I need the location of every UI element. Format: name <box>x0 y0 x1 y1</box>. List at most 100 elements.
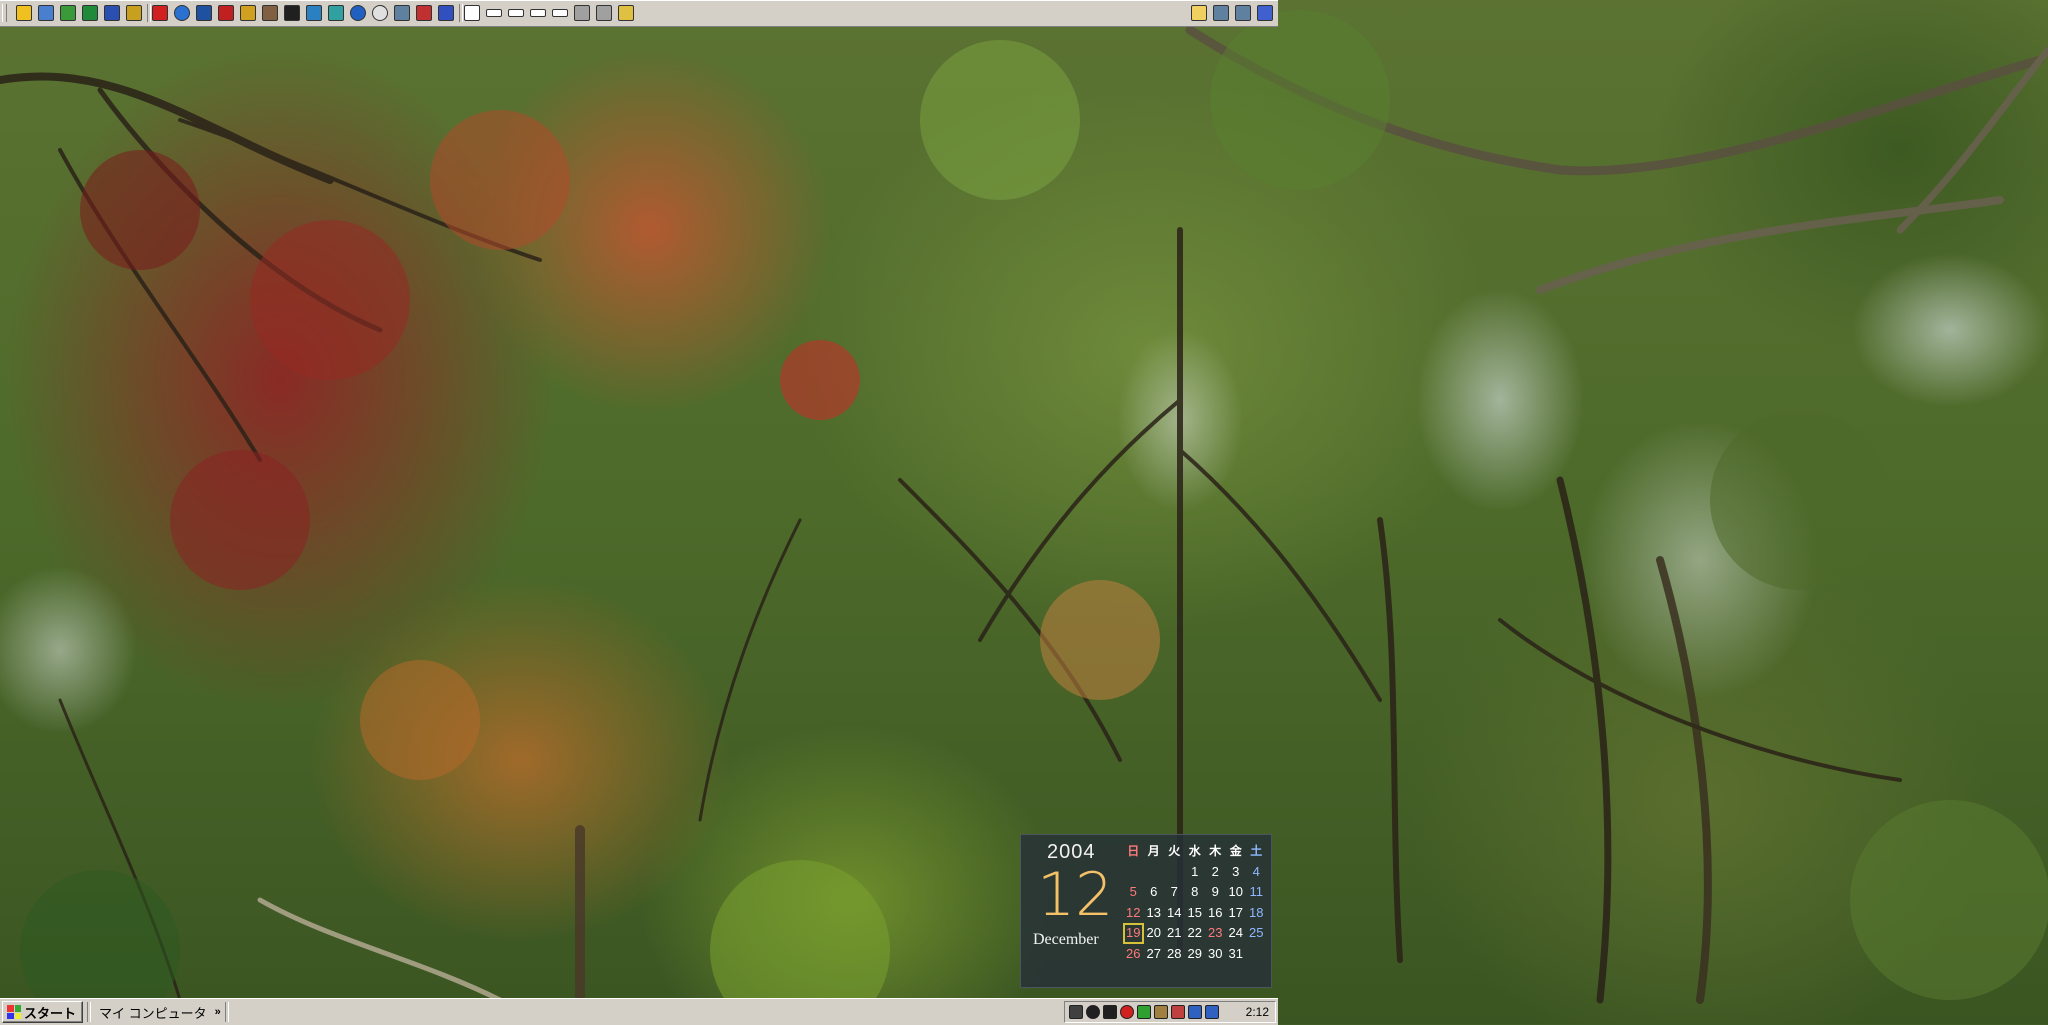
calendar-day: 25 <box>1249 925 1264 940</box>
windows-logo-icon <box>7 1005 21 1019</box>
calendar-grid: 日 月 火 水 木 金 土 1 2 3 4 5 6 7 8 9 10 11 12 13 14 15 16 17 1… <box>1123 841 1269 964</box>
calendar-day: 17 <box>1228 904 1243 920</box>
start-label: スタート <box>24 1005 77 1021</box>
calendar-day: 28 <box>1167 945 1182 961</box>
ime-icon[interactable] <box>1187 1005 1202 1019</box>
folder-icon[interactable] <box>1191 5 1207 21</box>
spreadsheet-icon[interactable] <box>82 5 98 21</box>
calendar-day: 29 <box>1187 945 1202 961</box>
arrow-down-icon[interactable] <box>1102 1005 1117 1019</box>
search-icon[interactable] <box>596 5 612 21</box>
weekday-sat: 土 <box>1250 844 1263 858</box>
settings-icon[interactable] <box>126 5 142 21</box>
chat-icon[interactable] <box>328 5 344 21</box>
calendar-day: 5 <box>1129 884 1137 899</box>
calendar-day <box>1246 944 1267 965</box>
calendar-day-today: 19 <box>1123 923 1144 944</box>
calendar-day: 7 <box>1170 884 1178 899</box>
toolbar-grip[interactable] <box>2 4 7 22</box>
weekday-fri: 金 <box>1229 844 1242 858</box>
z-icon[interactable] <box>196 5 212 21</box>
minimized-window-icon[interactable] <box>486 9 502 17</box>
toolbar-group-windows <box>459 2 639 24</box>
calendar-day: 4 <box>1252 863 1260 879</box>
calendar-month-name: December <box>1033 931 1099 948</box>
calendar-day: 11 <box>1249 884 1264 899</box>
toolbar-group-tools <box>147 2 459 24</box>
calendar-day <box>1144 862 1165 883</box>
taskbar: スタート マイ コンピュータ » 2:12 <box>0 998 1278 1025</box>
disc-icon[interactable] <box>1085 1005 1100 1019</box>
mail-icon[interactable] <box>416 5 432 21</box>
screen-icon[interactable] <box>306 5 322 21</box>
calendar-day: 18 <box>1249 904 1264 920</box>
calendar-month-number: 12 <box>1037 860 1114 930</box>
calendar-day: 24 <box>1228 925 1243 940</box>
system-tray: 2:12 <box>1063 1001 1276 1023</box>
tray-clock[interactable]: 2:12 <box>1246 1005 1269 1019</box>
acrobat-icon[interactable] <box>152 5 168 21</box>
tablet-icon[interactable] <box>1170 1005 1185 1019</box>
calendar-day: 9 <box>1211 884 1219 899</box>
calendar-day: 15 <box>1187 904 1202 920</box>
toolbar-group-system <box>1186 2 1278 24</box>
browser-icon[interactable] <box>174 5 190 21</box>
clipboard-icon[interactable] <box>262 5 278 21</box>
calendar-day: 1 <box>1191 863 1199 879</box>
volume-icon[interactable] <box>1068 1005 1083 1019</box>
cd-icon[interactable] <box>372 5 388 21</box>
calendar-day: 8 <box>1191 884 1199 899</box>
magnifier-icon[interactable] <box>574 5 590 21</box>
calendar-day: 6 <box>1150 884 1158 899</box>
quicklaunch-my-computer[interactable]: マイ コンピュータ <box>99 1003 207 1022</box>
weekday-sun: 日 <box>1127 844 1140 858</box>
help-icon[interactable] <box>1257 5 1273 21</box>
calendar-day: 12 <box>1126 904 1141 920</box>
photo-icon[interactable] <box>618 5 634 21</box>
wrench-icon[interactable] <box>1153 1005 1168 1019</box>
paint-icon[interactable] <box>60 5 76 21</box>
quicklaunch-chevron-icon[interactable]: » <box>215 1006 221 1018</box>
word-icon[interactable] <box>104 5 120 21</box>
antivirus-icon[interactable] <box>1119 1005 1134 1019</box>
calendar-day: 2 <box>1211 863 1219 879</box>
user-icon[interactable] <box>1204 1005 1219 1019</box>
network-icon[interactable] <box>1235 5 1251 21</box>
weekday-wed: 水 <box>1188 844 1201 858</box>
calendar-day: 20 <box>1146 925 1161 940</box>
pen-icon[interactable] <box>438 5 454 21</box>
calendar-day: 26 <box>1126 945 1141 961</box>
globe-icon[interactable] <box>350 5 366 21</box>
red-app-icon[interactable] <box>218 5 234 21</box>
calendar-week-row: 19 20 21 22 23 24 25 <box>1123 923 1269 944</box>
calendar-day <box>1164 862 1185 883</box>
palette-icon[interactable] <box>240 5 256 21</box>
calendar-day: 16 <box>1208 904 1223 920</box>
app-icon[interactable] <box>16 5 32 21</box>
calendar-week-row: 26 27 28 29 30 31 <box>1123 944 1269 965</box>
calendar-week-row: 5 6 7 8 9 10 11 <box>1123 882 1269 903</box>
calendar-day: 10 <box>1228 884 1243 899</box>
taskbar-separator <box>224 1002 229 1022</box>
my-computer-icon[interactable] <box>1213 5 1229 21</box>
quicklaunch-toolbar[interactable]: マイ コンピュータ » <box>95 1002 221 1022</box>
folder-window-icon[interactable] <box>38 5 54 21</box>
minimized-window-icon[interactable] <box>508 9 524 17</box>
terminal-icon[interactable] <box>284 5 300 21</box>
calendar-day: 22 <box>1187 925 1202 940</box>
calendar-day: 21 <box>1167 925 1182 940</box>
calendar-weekday-header: 日 月 火 水 木 金 土 <box>1123 841 1269 862</box>
minimized-window-icon[interactable] <box>530 9 546 17</box>
tools-icon[interactable] <box>394 5 410 21</box>
calendar-day <box>1123 862 1144 883</box>
calendar-day: 27 <box>1146 945 1161 961</box>
network-tray-icon[interactable] <box>1136 1005 1151 1019</box>
calendar-weeks: 1 2 3 4 5 6 7 8 9 10 11 12 13 14 15 16 17 18 19 20 21 22 23 24 2… <box>1123 862 1269 965</box>
calendar-day: 3 <box>1232 863 1240 879</box>
minimized-window-icon[interactable] <box>552 9 568 17</box>
window-icon[interactable] <box>464 5 480 21</box>
desktop-calendar-widget: 2004 12 December 日 月 火 水 木 金 土 123456789… <box>1020 834 1272 988</box>
start-button[interactable]: スタート <box>2 1001 84 1023</box>
calendar-day: 30 <box>1208 945 1223 961</box>
toolbar-group-apps <box>11 2 147 24</box>
